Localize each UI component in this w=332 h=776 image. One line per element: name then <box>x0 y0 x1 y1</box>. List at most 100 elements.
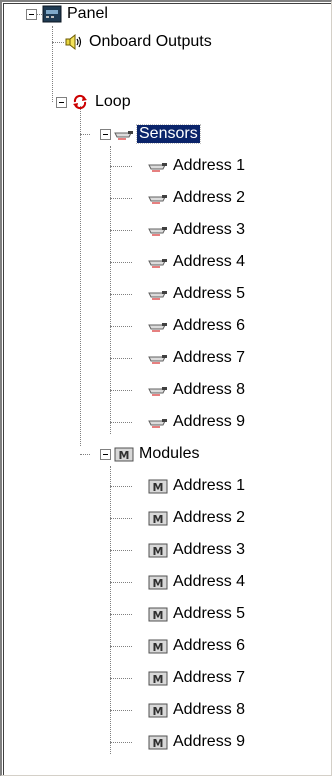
sensor-address-item[interactable]: Address 3 <box>148 220 247 240</box>
tree-node-label: Address 7 <box>173 349 246 366</box>
module-address-item[interactable]: M Address 2 <box>148 508 247 528</box>
sensor-address-item[interactable]: Address 2 <box>148 188 247 208</box>
sensor-address-item[interactable]: Address 6 <box>148 316 247 336</box>
module-icon: M <box>148 573 168 591</box>
connector-line <box>110 486 132 487</box>
module-icon: M <box>148 509 168 527</box>
connector-line <box>110 390 132 391</box>
tree-node-label: Address 5 <box>173 285 246 302</box>
tree-node-label: Address 8 <box>173 381 246 398</box>
svg-text:M: M <box>153 545 164 558</box>
connector-line <box>110 678 132 679</box>
tree-node-label: Address 2 <box>173 509 246 526</box>
tree-node-label: Loop <box>95 93 131 110</box>
tree-node-label: Address 1 <box>173 157 246 174</box>
sensor-icon <box>148 157 168 175</box>
connector-line <box>110 646 132 647</box>
connector-line <box>110 326 132 327</box>
sensor-address-item[interactable]: Address 7 <box>148 348 247 368</box>
module-address-item[interactable]: M Address 9 <box>148 732 247 752</box>
sensor-icon <box>148 221 168 239</box>
svg-text:M: M <box>153 577 164 590</box>
sensor-icon <box>148 253 168 271</box>
tree-node-label: Address 3 <box>173 221 246 238</box>
tree-node-label: Address 7 <box>173 669 246 686</box>
sensor-address-item[interactable]: Address 4 <box>148 252 247 272</box>
module-address-item[interactable]: M Address 7 <box>148 668 247 688</box>
tree-node-label: Address 9 <box>173 733 246 750</box>
tree-node-onboard-outputs[interactable]: Onboard Outputs <box>64 32 214 52</box>
svg-text:M: M <box>119 449 130 462</box>
connector-line <box>110 422 132 423</box>
connector-line <box>80 454 90 455</box>
module-icon: M <box>148 541 168 559</box>
connector-line <box>110 262 132 263</box>
panel-icon <box>42 5 62 23</box>
svg-text:M: M <box>153 705 164 718</box>
tree-node-sensors[interactable]: Sensors <box>114 124 201 144</box>
loop-icon <box>70 93 90 111</box>
tree-node-label: Address 6 <box>173 637 246 654</box>
connector-line <box>110 614 132 615</box>
svg-text:M: M <box>153 737 164 750</box>
connector-line <box>110 198 132 199</box>
module-icon: M <box>148 605 168 623</box>
sensor-icon <box>148 413 168 431</box>
sensor-icon <box>148 285 168 303</box>
sensor-icon <box>148 317 168 335</box>
connector-line <box>80 134 90 135</box>
tree-node-label: Address 3 <box>173 541 246 558</box>
svg-text:M: M <box>153 481 164 494</box>
connector-line <box>110 166 132 167</box>
sensor-address-item[interactable]: Address 1 <box>148 156 247 176</box>
tree-node-loop[interactable]: Loop <box>70 92 133 112</box>
sensor-address-item[interactable]: Address 8 <box>148 380 247 400</box>
connector-line <box>110 742 132 743</box>
module-address-item[interactable]: M Address 6 <box>148 636 247 656</box>
collapse-panel-button[interactable] <box>26 9 37 20</box>
tree-node-label: Onboard Outputs <box>89 33 212 50</box>
tree-node-label: Panel <box>67 5 108 22</box>
connector-line <box>110 230 132 231</box>
module-icon: M <box>148 637 168 655</box>
connector-line <box>110 582 132 583</box>
module-icon: M <box>148 701 168 719</box>
tree-node-modules[interactable]: M Modules <box>114 444 201 464</box>
tree-node-label: Address 6 <box>173 317 246 334</box>
speaker-icon <box>64 33 84 51</box>
connector-line <box>110 358 132 359</box>
tree-node-label: Address 4 <box>173 573 246 590</box>
collapse-sensors-button[interactable] <box>100 129 111 140</box>
module-icon: M <box>148 477 168 495</box>
module-address-item[interactable]: M Address 4 <box>148 572 247 592</box>
connector-line <box>110 710 132 711</box>
tree-node-label: Address 2 <box>173 189 246 206</box>
collapse-loop-button[interactable] <box>56 97 67 108</box>
svg-text:M: M <box>153 673 164 686</box>
tree-node-label: Address 5 <box>173 605 246 622</box>
module-icon: M <box>148 733 168 751</box>
module-icon: M <box>148 669 168 687</box>
connector-line <box>110 294 132 295</box>
sensor-icon <box>148 349 168 367</box>
tree-view[interactable]: Panel Onboard Outputs Loop Sensors M Mod… <box>0 0 332 776</box>
tree-node-panel[interactable]: Panel <box>42 4 110 24</box>
module-address-item[interactable]: M Address 5 <box>148 604 247 624</box>
module-address-item[interactable]: M Address 8 <box>148 700 247 720</box>
collapse-modules-button[interactable] <box>100 449 111 460</box>
sensor-icon <box>148 381 168 399</box>
module-address-item[interactable]: M Address 1 <box>148 476 247 496</box>
tree-node-label: Address 4 <box>173 253 246 270</box>
module-address-item[interactable]: M Address 3 <box>148 540 247 560</box>
svg-text:M: M <box>153 513 164 526</box>
connector-line <box>52 26 53 102</box>
tree-node-label: Sensors <box>136 124 201 144</box>
sensor-address-item[interactable]: Address 5 <box>148 284 247 304</box>
connector-line <box>80 106 81 446</box>
connector-line <box>110 550 132 551</box>
sensor-icon <box>114 125 134 143</box>
connector-line <box>52 42 64 43</box>
sensor-address-item[interactable]: Address 9 <box>148 412 247 432</box>
svg-text:M: M <box>153 641 164 654</box>
module-icon: M <box>114 445 134 463</box>
